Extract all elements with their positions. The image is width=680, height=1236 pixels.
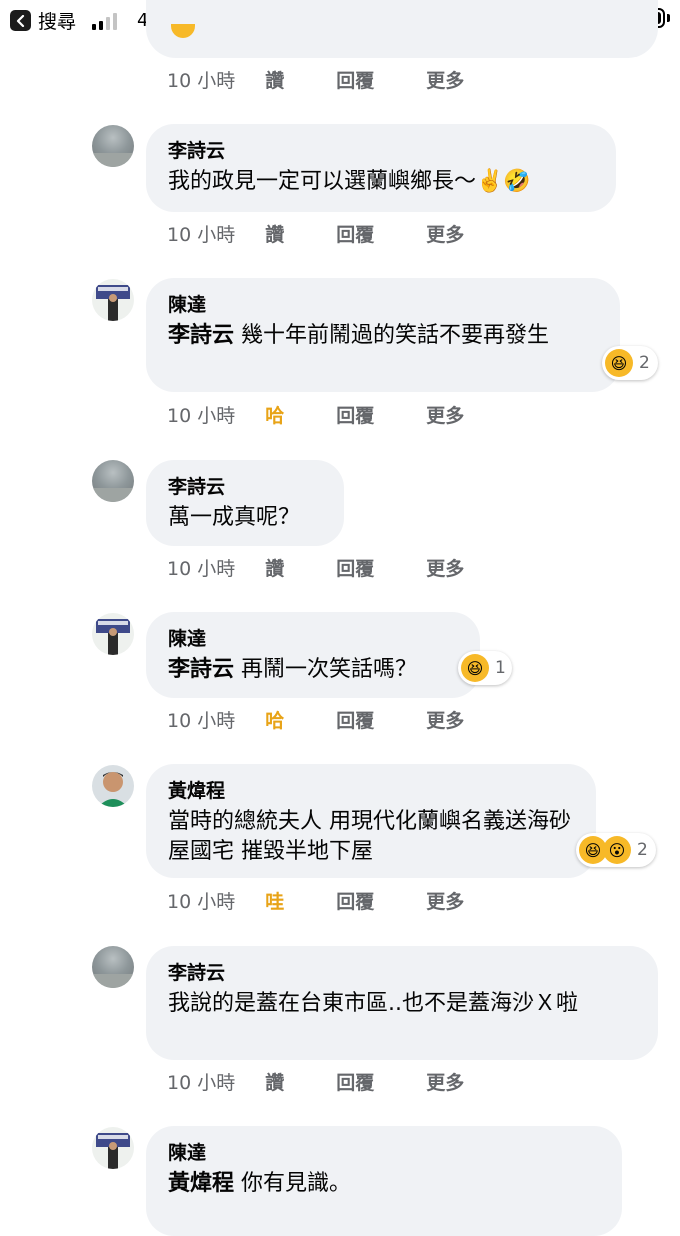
like-button[interactable]: 讚 [265, 220, 284, 247]
comment-time: 10 小時 [167, 558, 236, 580]
reply-button[interactable]: 回覆 [336, 401, 374, 428]
comment-author[interactable]: 陳達 [168, 290, 598, 317]
avatar[interactable] [92, 460, 134, 502]
avatar[interactable] [92, 125, 134, 167]
more-button[interactable]: 更多 [426, 220, 464, 247]
comment-bubble: 黃煒程 當時的總統夫人 用現代化蘭嶼名義送海砂屋國宅 摧毀半地下屋 [146, 764, 596, 878]
reaction-count: 1 [495, 658, 506, 678]
mention-link[interactable]: 李詩云 [168, 657, 234, 682]
comment-text: 李詩云 再鬧一次笑話嗎？ [168, 657, 418, 682]
comment-actions: 10 小時 哈 回覆 更多 [167, 706, 464, 733]
comment-bubble: 陳達 李詩云 幾十年前鬧過的笑話不要再發生 [146, 278, 620, 392]
wow-button[interactable]: 哇 [265, 887, 284, 914]
avatar[interactable] [92, 946, 134, 988]
avatar[interactable] [92, 279, 134, 321]
comment-time: 10 小時 [167, 70, 236, 92]
reaction-summary[interactable]: 😆 2 [602, 346, 658, 380]
comment-text: 我的政見一定可以選蘭嶼鄉長～✌️🤣 [168, 169, 531, 194]
comment-author[interactable]: 李詩云 [168, 958, 636, 985]
comment-author[interactable]: 陳達 [168, 624, 458, 651]
comment-bubble: 李詩云 我的政見一定可以選蘭嶼鄉長～✌️🤣 [146, 124, 616, 212]
reply-button[interactable]: 回覆 [336, 1068, 374, 1095]
reaction-summary[interactable]: 😆 1 [458, 651, 512, 685]
reaction-summary[interactable]: 😆 😮 2 [576, 833, 656, 867]
comment-actions: 10 小時 讚 回覆 更多 [167, 554, 464, 581]
more-button[interactable]: 更多 [426, 401, 464, 428]
laugh-icon: 😆 [461, 654, 489, 682]
reply-button[interactable]: 回覆 [336, 66, 374, 93]
comment-bubble: 陳達 黃煒程 你有見識。 [146, 1126, 622, 1236]
comment-bubble: 李詩云 我說的是蓋在台東市區..也不是蓋海沙Ｘ啦 [146, 946, 658, 1060]
reply-button[interactable]: 回覆 [336, 220, 374, 247]
more-button[interactable]: 更多 [426, 1068, 464, 1095]
like-button[interactable]: 讚 [265, 554, 284, 581]
comment-text: 萬一成真呢？ [168, 505, 301, 530]
comment-time: 10 小時 [167, 891, 236, 913]
comment-bubble: 李詩云 萬一成真呢？ [146, 460, 344, 546]
avatar[interactable] [92, 613, 134, 655]
like-button[interactable]: 讚 [265, 66, 284, 93]
comment-author[interactable]: 李詩云 [168, 472, 322, 499]
comment-bubble: 陳達 李詩云 再鬧一次笑話嗎？ [146, 612, 480, 698]
comment-time: 10 小時 [167, 405, 236, 427]
comment-text: 我說的是蓋在台東市區..也不是蓋海沙Ｘ啦 [168, 991, 578, 1016]
comment-author[interactable]: 李詩云 [168, 136, 594, 163]
comment-time: 10 小時 [167, 224, 236, 246]
comment-actions: 10 小時 哇 回覆 更多 [167, 887, 464, 914]
avatar[interactable] [92, 765, 134, 807]
laugh-icon: 😆 [605, 349, 633, 377]
comment-actions: 10 小時 哈 回覆 更多 [167, 401, 464, 428]
comment-actions: 10 小時 讚 回覆 更多 [167, 220, 464, 247]
mention-link[interactable]: 黃煒程 [168, 1171, 234, 1196]
haha-button[interactable]: 哈 [265, 706, 284, 733]
reply-button[interactable]: 回覆 [336, 554, 374, 581]
reaction-count: 2 [637, 840, 648, 860]
like-button[interactable]: 讚 [265, 1068, 284, 1095]
haha-button[interactable]: 哈 [265, 401, 284, 428]
more-button[interactable]: 更多 [426, 887, 464, 914]
mention-link[interactable]: 李詩云 [168, 323, 234, 348]
more-button[interactable]: 更多 [426, 706, 464, 733]
comment-author[interactable]: 陳達 [168, 1138, 600, 1165]
reaction-count: 2 [639, 353, 650, 373]
comment-text: 當時的總統夫人 用現代化蘭嶼名義送海砂屋國宅 摧毀半地下屋 [168, 809, 571, 864]
wow-icon: 😮 [603, 836, 631, 864]
comment-actions: 10 小時 讚 回覆 更多 [167, 1068, 464, 1095]
comment-actions: 10 小時 讚 回覆 更多 [167, 66, 464, 93]
more-button[interactable]: 更多 [426, 66, 464, 93]
comment-author[interactable]: 黃煒程 [168, 776, 574, 803]
comment-time: 10 小時 [167, 710, 236, 732]
more-button[interactable]: 更多 [426, 554, 464, 581]
comment-bubble-partial [146, 0, 658, 58]
avatar[interactable] [92, 1127, 134, 1169]
comment-text: 黃煒程 你有見識。 [168, 1171, 352, 1196]
comment-text: 李詩云 幾十年前鬧過的笑話不要再發生 [168, 323, 550, 348]
comment-time: 10 小時 [167, 1072, 236, 1094]
reply-button[interactable]: 回覆 [336, 887, 374, 914]
reply-button[interactable]: 回覆 [336, 706, 374, 733]
